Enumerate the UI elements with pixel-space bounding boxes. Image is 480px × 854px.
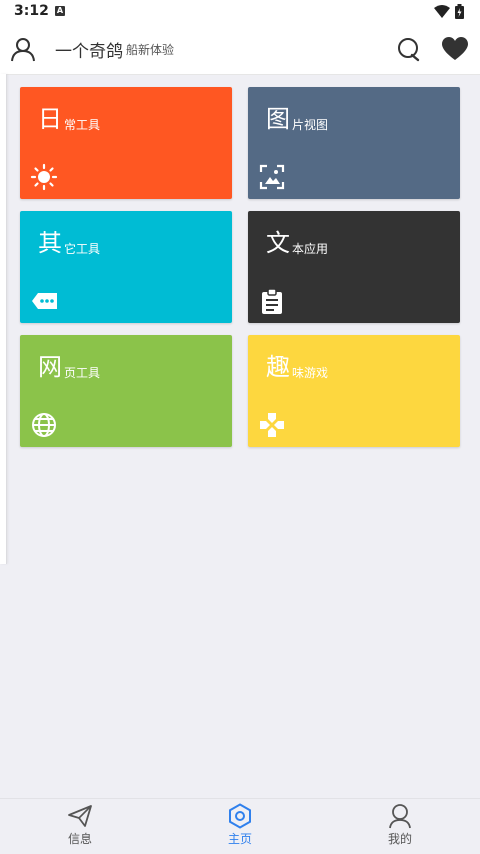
tile-image-view[interactable]: 图 片视图 xyxy=(248,87,460,199)
user-icon[interactable] xyxy=(10,36,36,62)
nav-label-profile: 我的 xyxy=(387,832,412,846)
notification-icon: A xyxy=(55,6,65,16)
tile-label: 片视图 xyxy=(292,118,329,132)
tile-big-char: 其 xyxy=(38,229,62,257)
tile-big-char: 图 xyxy=(266,105,290,133)
gamepad-icon xyxy=(260,413,284,437)
search-icon[interactable] xyxy=(396,36,422,62)
profile-icon xyxy=(389,804,411,829)
app-subtitle: 船新体验 xyxy=(126,43,175,57)
image-icon xyxy=(259,164,285,190)
nav-label-home: 主页 xyxy=(227,832,252,846)
tile-label: 味游戏 xyxy=(292,366,329,380)
tile-big-char: 趣 xyxy=(266,353,290,381)
tile-label: 它工具 xyxy=(64,242,101,256)
tile-web-tools[interactable]: 网 页工具 xyxy=(20,335,232,447)
clipboard-icon xyxy=(262,288,282,314)
status-time: 3:12 xyxy=(14,3,49,19)
tile-big-char: 文 xyxy=(266,229,290,257)
sun-icon xyxy=(30,163,58,191)
bottom-nav: 信息 主页 我的 xyxy=(0,798,480,854)
drawer-edge[interactable] xyxy=(0,74,7,564)
tile-other-tools[interactable]: 其 它工具 xyxy=(20,211,232,323)
tile-daily-tools[interactable]: 日 常工具 xyxy=(20,87,232,199)
app-title: 一个奇鸽 xyxy=(55,42,123,62)
notification-glyph: A xyxy=(56,6,64,15)
tile-label: 页工具 xyxy=(64,366,101,380)
tile-big-char: 日 xyxy=(38,105,62,133)
globe-icon xyxy=(32,413,56,437)
nav-item-home[interactable]: 主页 xyxy=(200,803,280,851)
tile-label: 常工具 xyxy=(64,118,101,132)
nav-item-profile[interactable]: 我的 xyxy=(360,803,440,851)
home-hexagon-icon xyxy=(229,803,251,829)
wifi-icon xyxy=(434,5,450,18)
tag-icon xyxy=(32,293,57,309)
tile-text-apps[interactable]: 文 本应用 xyxy=(248,211,460,323)
status-bar: 3:12 A xyxy=(0,0,480,24)
battery-icon xyxy=(455,4,464,19)
nav-label-messages: 信息 xyxy=(67,832,92,846)
tile-fun-games[interactable]: 趣 味游戏 xyxy=(248,335,460,447)
tile-big-char: 网 xyxy=(38,353,62,381)
nav-item-messages[interactable]: 信息 xyxy=(40,803,120,851)
app-bar: 一个奇鸽 船新体验 xyxy=(0,24,480,75)
heart-icon[interactable] xyxy=(442,37,468,61)
send-icon xyxy=(68,805,92,827)
tile-label: 本应用 xyxy=(292,242,329,256)
